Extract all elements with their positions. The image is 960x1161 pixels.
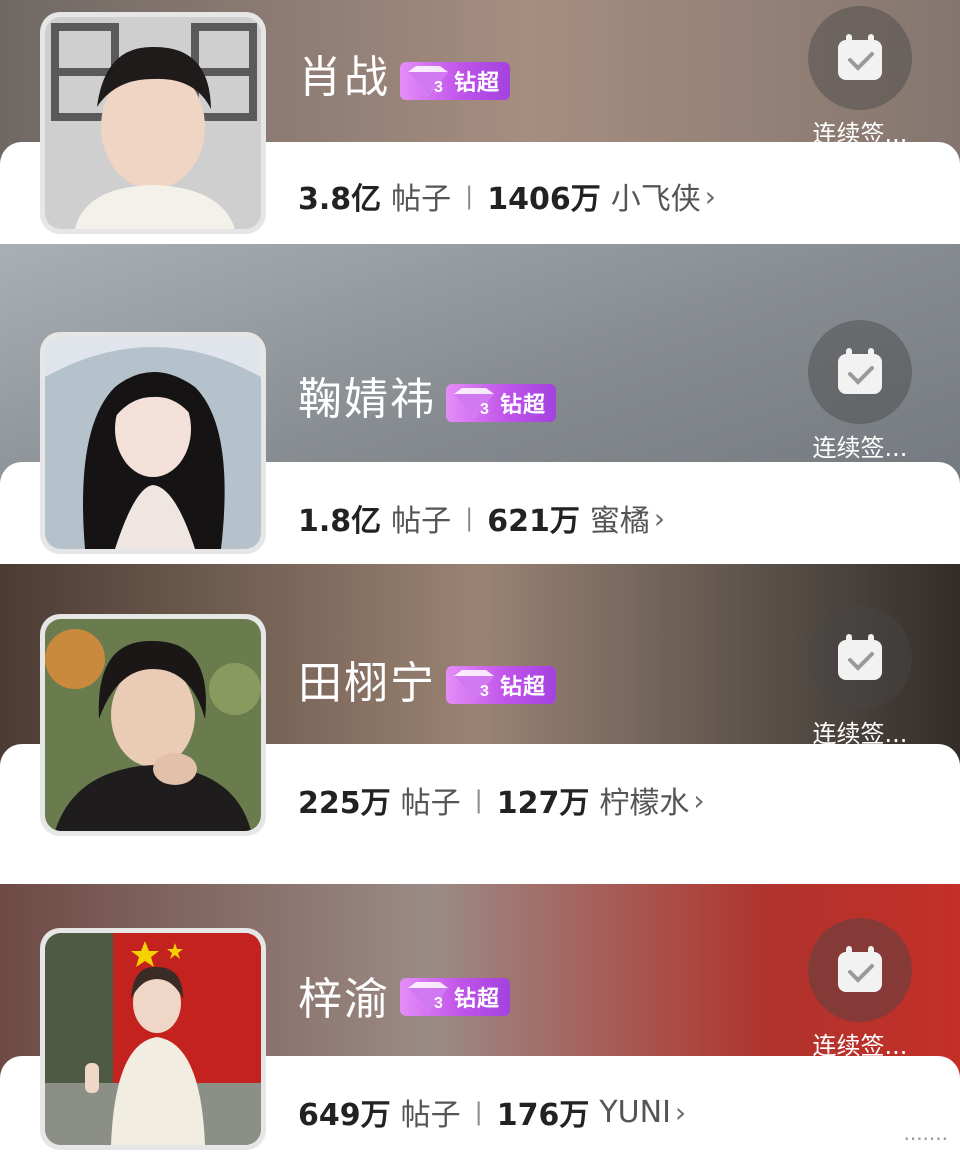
posts-unit: 帖子 [400, 1098, 461, 1133]
topic-stats[interactable]: 3.8亿 帖子 | 1406万 小飞侠 › [298, 174, 716, 218]
svg-text:3: 3 [480, 683, 489, 700]
topic-name[interactable]: 鞠婧祎 [298, 378, 436, 422]
svg-text:3: 3 [434, 995, 443, 1012]
stat-separator: | [465, 504, 474, 532]
avatar-image [45, 933, 261, 1145]
badge-label: 钻超 [454, 71, 501, 96]
avatar[interactable] [40, 928, 266, 1150]
posts-count: 649万 [298, 1098, 391, 1133]
avatar-image [45, 337, 261, 549]
posts-unit: 帖子 [391, 504, 452, 539]
stat-separator: | [474, 1098, 483, 1126]
posts-unit: 帖子 [391, 182, 452, 217]
signin-button[interactable]: 连续签... [806, 320, 914, 463]
avatar[interactable] [40, 332, 266, 554]
diamond-super-badge: 3 钻超 [446, 666, 557, 704]
signin-button[interactable]: 连续签... [806, 918, 914, 1061]
stat-separator: | [474, 786, 483, 814]
signin-label: 连续签... [812, 434, 908, 462]
badge-label: 钻超 [500, 675, 547, 700]
fans-count: 1406万 [487, 182, 601, 217]
fans-count: 621万 [487, 504, 580, 539]
fans-count: 176万 [496, 1098, 590, 1133]
fan-club-name: 蜜橘 [589, 504, 650, 539]
signin-button[interactable]: 连续签... [806, 6, 914, 149]
svg-text:3: 3 [480, 401, 489, 418]
avatar[interactable] [40, 614, 266, 836]
avatar-image [45, 17, 261, 229]
signin-button[interactable]: 连续签... [806, 606, 914, 749]
topic-stats[interactable]: 225万 帖子 | 127万 柠檬水 › [298, 778, 705, 822]
topic-name[interactable]: 田栩宁 [298, 662, 436, 706]
diamond-super-badge: 3 钻超 [400, 978, 511, 1016]
calendar-check-icon [838, 946, 882, 992]
topic-name[interactable]: 梓渝 [298, 978, 390, 1022]
topic-stats[interactable]: 1.8亿 帖子 | 621万 蜜橘 › [298, 496, 665, 540]
calendar-check-icon [838, 634, 882, 680]
super-topic-card[interactable]: 鞠婧祎 3 钻超 连续签... 1.8亿 帖子 | 621万 蜜橘 › [0, 244, 960, 564]
super-topic-card[interactable]: 梓渝 3 钻超 连续签... 649万 帖子 | 176万 YUNI › [0, 884, 960, 1161]
watermark: ······· [903, 1127, 948, 1151]
fans-count: 127万 [496, 786, 590, 821]
svg-text:3: 3 [434, 79, 443, 96]
posts-count: 3.8亿 [298, 182, 382, 217]
diamond-level-3-icon: 3 [454, 388, 494, 418]
chevron-right-icon: › [674, 1095, 687, 1129]
calendar-check-icon [838, 348, 882, 394]
diamond-level-3-icon: 3 [408, 982, 448, 1012]
avatar[interactable] [40, 12, 266, 234]
chevron-right-icon: › [653, 501, 666, 535]
calendar-check-icon [838, 34, 882, 80]
signin-label: 连续签... [812, 1032, 908, 1060]
fan-club-name: YUNI [599, 1094, 671, 1130]
badge-label: 钻超 [454, 987, 501, 1012]
signin-label: 连续签... [812, 120, 908, 148]
fan-club-name: 小飞侠 [610, 182, 701, 217]
posts-count: 225万 [298, 786, 391, 821]
chevron-right-icon: › [704, 179, 716, 213]
stat-separator: | [465, 182, 474, 210]
posts-unit: 帖子 [400, 786, 461, 821]
diamond-super-badge: 3 钻超 [446, 384, 557, 422]
badge-label: 钻超 [500, 393, 547, 418]
fan-club-name: 柠檬水 [599, 786, 690, 821]
diamond-level-3-icon: 3 [408, 66, 448, 96]
signin-label: 连续签... [812, 720, 908, 748]
diamond-super-badge: 3 钻超 [400, 62, 511, 100]
posts-count: 1.8亿 [298, 504, 382, 539]
super-topic-card[interactable]: 田栩宁 3 钻超 连续签... 225万 帖子 | 127万 柠檬水 › [0, 564, 960, 884]
super-topic-card[interactable]: 肖战 3 钻超 连续签... 3.8亿 帖子 | 1406万 小飞侠 › [0, 0, 960, 244]
topic-stats[interactable]: 649万 帖子 | 176万 YUNI › [298, 1090, 686, 1134]
diamond-level-3-icon: 3 [454, 670, 494, 700]
chevron-right-icon: › [693, 783, 705, 817]
avatar-image [45, 619, 261, 831]
topic-name[interactable]: 肖战 [298, 56, 390, 100]
